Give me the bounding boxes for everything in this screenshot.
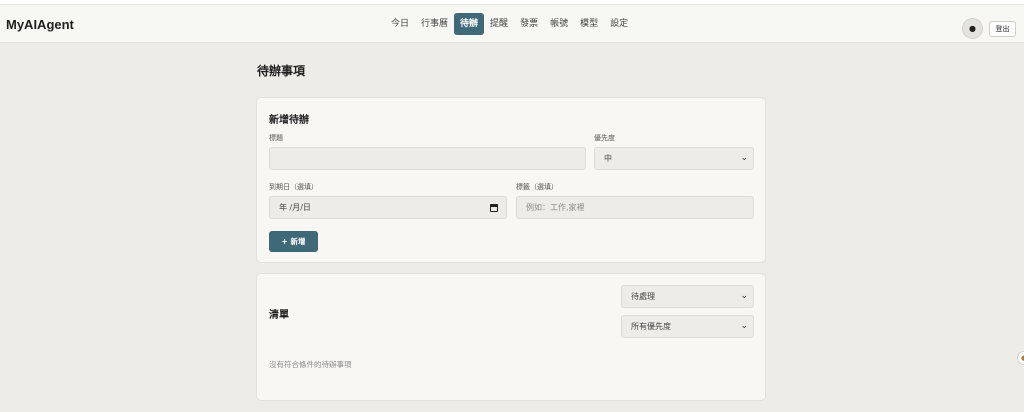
- tags-placeholder: 例如：工作,家裡: [526, 203, 585, 212]
- todo-list-card: 清單 待處理 ⌄ 所有優先度 ⌄ 沒有符合條件的待辦事項: [256, 273, 766, 401]
- tags-input[interactable]: 例如：工作,家裡: [516, 196, 754, 219]
- chevron-down-icon: ⌄: [740, 153, 748, 163]
- nav-item-reminders[interactable]: 提醒: [484, 13, 514, 35]
- nav-item-todos[interactable]: 待辦: [454, 13, 485, 35]
- nav-item-accounts[interactable]: 帳號: [544, 13, 574, 35]
- chevron-down-icon: ⌄: [740, 321, 748, 331]
- title-label: 標題: [269, 134, 283, 142]
- brand-logo[interactable]: MyAIAgent: [6, 17, 74, 32]
- calendar-icon[interactable]: [490, 204, 498, 212]
- nav-item-invoices[interactable]: 發票: [514, 13, 544, 35]
- priority-label: 優先度: [594, 134, 615, 142]
- nav-item-today[interactable]: 今日: [385, 13, 415, 35]
- due-date-input[interactable]: 年 /月/日: [269, 196, 507, 219]
- priority-select-value: 中: [604, 154, 612, 163]
- due-date-placeholder: 年 /月/日: [279, 203, 311, 212]
- tags-label: 標籤（選填）: [516, 183, 558, 191]
- due-date-label: 到期日（選填）: [269, 183, 318, 191]
- add-todo-title: 新增待辦: [269, 115, 309, 126]
- chevron-down-icon: ⌄: [740, 291, 748, 301]
- priority-filter-value: 所有優先度: [631, 322, 671, 331]
- floating-assistant-button[interactable]: ◐: [1017, 351, 1024, 365]
- dot-icon: ●: [969, 24, 976, 33]
- status-filter-value: 待處理: [631, 292, 655, 301]
- add-todo-button[interactable]: + 新增: [269, 231, 318, 252]
- page-title: 待辦事項: [257, 64, 306, 78]
- theme-toggle-button[interactable]: ●: [962, 18, 983, 39]
- nav-item-models[interactable]: 模型: [574, 13, 604, 35]
- status-filter-select[interactable]: 待處理 ⌄: [621, 285, 754, 308]
- logout-button[interactable]: 登出: [989, 21, 1016, 37]
- priority-filter-select[interactable]: 所有優先度 ⌄: [621, 315, 754, 338]
- empty-state-text: 沒有符合條件的待辦事項: [269, 360, 352, 369]
- nav-item-calendar[interactable]: 行事曆: [415, 13, 454, 35]
- priority-select[interactable]: 中 ⌄: [594, 147, 754, 170]
- add-todo-card: 新增待辦 標題 優先度 中 ⌄ 到期日（選填） 年 /月/日 標籤（選填） 例如…: [256, 97, 766, 263]
- top-navbar: MyAIAgent 今日 行事曆 待辦 提醒 發票 帳號 模型 設定 ● 登出: [0, 5, 1024, 43]
- list-title: 清單: [269, 310, 289, 321]
- main-nav: 今日 行事曆 待辦 提醒 發票 帳號 模型 設定: [385, 13, 634, 35]
- nav-item-settings[interactable]: 設定: [604, 13, 634, 35]
- title-input[interactable]: [269, 147, 586, 170]
